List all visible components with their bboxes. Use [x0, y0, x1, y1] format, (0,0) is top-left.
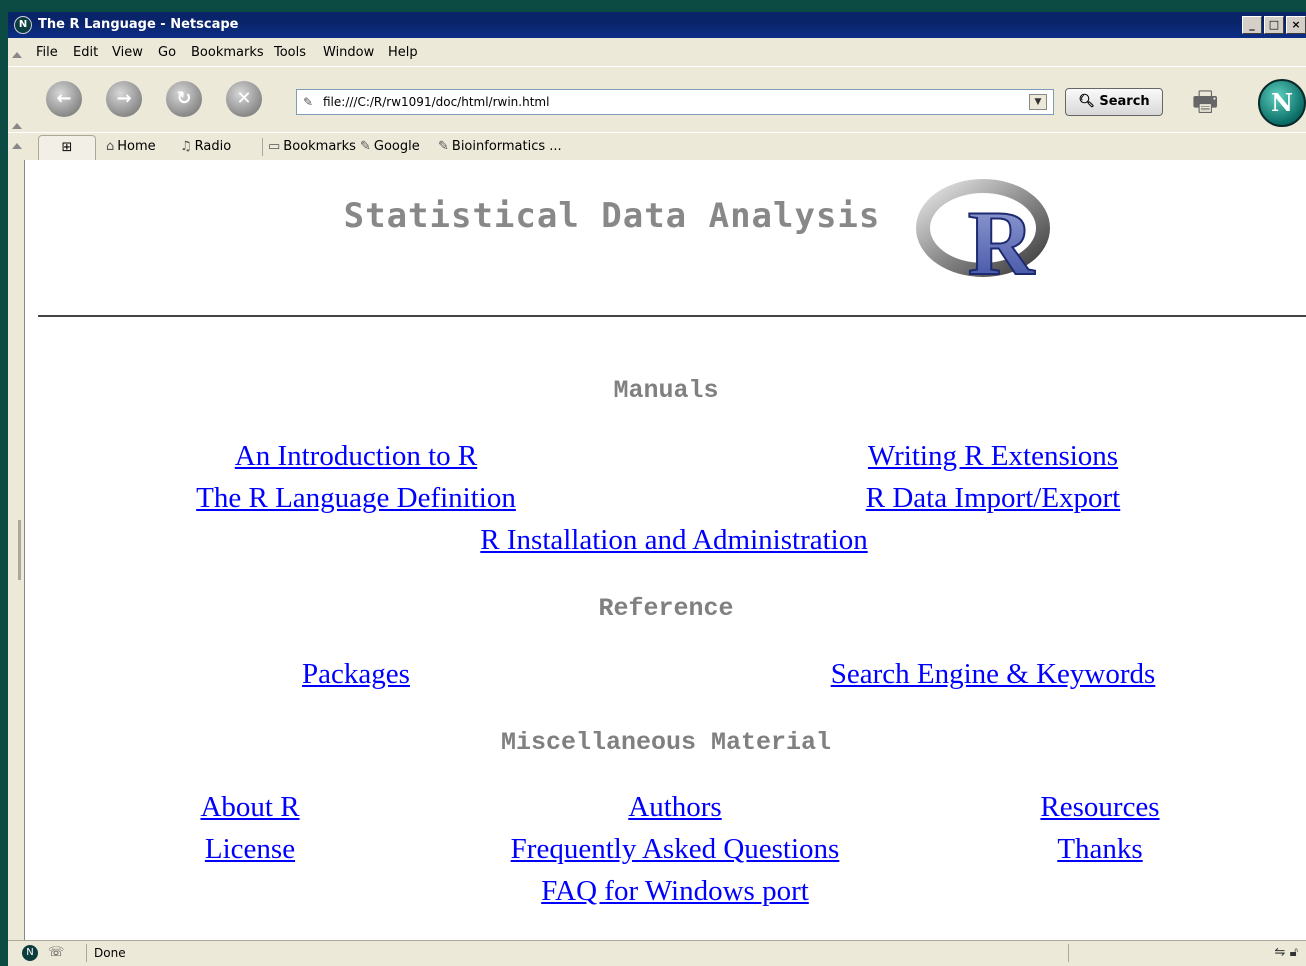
toolbar-item-bioinformatics[interactable]: ✎ Bioinformatics ...: [438, 139, 562, 154]
toolbar-collapse-grip[interactable]: [12, 143, 22, 149]
menu-bar: File Edit View Go Bookmarks Tools Window…: [8, 38, 1306, 66]
r-logo: R: [916, 179, 1050, 288]
link-faq[interactable]: Frequently Asked Questions: [511, 833, 840, 866]
toolbar-item-label: Bookmarks: [283, 139, 356, 154]
section-heading-manuals: Manuals: [613, 376, 719, 405]
section-heading-reference: Reference: [598, 594, 734, 623]
tab-button[interactable]: ⊞: [38, 135, 96, 160]
sidebar-strip: [8, 160, 24, 940]
radio-icon: ♫: [180, 139, 192, 154]
menu-edit[interactable]: Edit: [73, 45, 98, 60]
close-button[interactable]: ×: [1286, 16, 1306, 34]
browser-window: N The R Language - Netscape _ □ × File E…: [8, 12, 1306, 966]
toolbar-item-label: Home: [117, 139, 156, 154]
svg-text:R: R: [968, 192, 1036, 288]
online-security-icons[interactable]: ⇋ 🔓︎: [1275, 941, 1298, 965]
page-icon: ✎: [303, 95, 314, 109]
stop-icon: ✕: [236, 88, 252, 109]
aim-icon[interactable]: ☏: [48, 941, 64, 965]
print-icon[interactable]: 🖶︎: [1192, 81, 1232, 118]
menu-file[interactable]: File: [36, 45, 58, 60]
reload-button[interactable]: ↻: [166, 81, 202, 117]
link-license[interactable]: License: [205, 833, 295, 866]
netscape-throbber-logo[interactable]: N: [1258, 79, 1306, 127]
bookmark-link-icon: ✎: [360, 139, 371, 154]
bookmark-link-icon: ✎: [438, 139, 449, 154]
minimize-button[interactable]: _: [1242, 16, 1262, 34]
link-search-engine-keywords[interactable]: Search Engine & Keywords: [831, 658, 1156, 691]
search-button-label: Search: [1099, 94, 1150, 109]
netscape-status-icon[interactable]: N: [22, 945, 38, 961]
horizontal-rule: [38, 315, 1306, 317]
link-authors[interactable]: Authors: [628, 791, 721, 824]
search-button[interactable]: 🔍︎ Search: [1065, 88, 1163, 116]
toolbar-separator: [262, 138, 263, 156]
navigation-toolbar: ← → ↻ ✕ ✎ file:///C:/R/rw1091/doc/html/r…: [8, 66, 1306, 133]
toolbar-item-google[interactable]: ✎ Google: [360, 139, 420, 154]
url-dropdown-icon[interactable]: ▼: [1029, 94, 1047, 110]
link-r-installation-administration[interactable]: R Installation and Administration: [480, 524, 867, 557]
personal-toolbar: ⊞ ⌂ Home ♫ Radio ▭ Bookmarks ✎ Google ✎ Bioin…: [8, 132, 1306, 162]
url-field[interactable]: ✎ file:///C:/R/rw1091/doc/html/rwin.html…: [296, 89, 1054, 115]
link-packages[interactable]: Packages: [302, 658, 410, 691]
url-text: file:///C:/R/rw1091/doc/html/rwin.html: [323, 95, 550, 109]
window-controls: _ □ ×: [1242, 16, 1306, 34]
menu-help[interactable]: Help: [388, 45, 418, 60]
back-button[interactable]: ←: [46, 81, 82, 117]
back-arrow-icon: ←: [56, 88, 72, 109]
menu-tools[interactable]: Tools: [274, 45, 306, 60]
forward-arrow-icon: →: [116, 88, 132, 109]
status-divider: [86, 944, 87, 962]
search-icon: 🔍︎: [1078, 94, 1095, 109]
bookmarks-folder-icon: ▭: [268, 139, 281, 154]
link-r-language-definition[interactable]: The R Language Definition: [196, 482, 516, 515]
window-title: The R Language - Netscape: [38, 17, 239, 32]
link-writing-r-extensions[interactable]: Writing R Extensions: [868, 440, 1118, 473]
toolbar-item-label: Google: [373, 139, 420, 154]
home-icon: ⌂: [106, 139, 115, 154]
stop-button[interactable]: ✕: [226, 81, 262, 117]
toolbar-item-radio[interactable]: ♫ Radio: [180, 139, 231, 154]
maximize-button[interactable]: □: [1264, 16, 1284, 34]
menu-window[interactable]: Window: [323, 45, 374, 60]
toolbar-item-bookmarks[interactable]: ▭ Bookmarks: [268, 139, 356, 154]
status-text: Done: [94, 946, 126, 960]
new-tab-icon: ⊞: [61, 140, 73, 155]
toolbar-item-label: Bioinformatics ...: [451, 139, 562, 154]
section-heading-misc: Miscellaneous Material: [500, 728, 832, 757]
reload-icon: ↻: [176, 88, 192, 109]
title-bar: N The R Language - Netscape _ □ ×: [8, 12, 1306, 38]
forward-button[interactable]: →: [106, 81, 142, 117]
menu-view[interactable]: View: [112, 45, 143, 60]
sidebar-grippy[interactable]: [18, 520, 21, 580]
menu-go[interactable]: Go: [158, 45, 176, 60]
menu-bookmarks[interactable]: Bookmarks: [191, 45, 264, 60]
status-divider: [1068, 944, 1069, 962]
link-resources[interactable]: Resources: [1040, 791, 1159, 824]
toolbar-item-label: Radio: [194, 139, 232, 154]
toolbar-collapse-grip[interactable]: [12, 123, 22, 129]
link-thanks[interactable]: Thanks: [1057, 833, 1142, 866]
status-bar: N ☏ Done ⇋ 🔓︎: [8, 940, 1306, 966]
link-about-r[interactable]: About R: [200, 791, 299, 824]
page-content: Statistical Data Analysis R Manuals An I…: [24, 160, 1306, 940]
toolbar-item-home[interactable]: ⌂ Home: [106, 139, 156, 154]
toolbar-collapse-grip[interactable]: [12, 52, 22, 58]
link-r-data-import-export[interactable]: R Data Import/Export: [866, 482, 1121, 515]
page-title-text: Statistical Data Analysis: [343, 196, 881, 236]
netscape-logo-icon: N: [14, 16, 32, 34]
link-faq-windows-port[interactable]: FAQ for Windows port: [541, 875, 809, 908]
link-introduction-to-r[interactable]: An Introduction to R: [235, 440, 477, 473]
